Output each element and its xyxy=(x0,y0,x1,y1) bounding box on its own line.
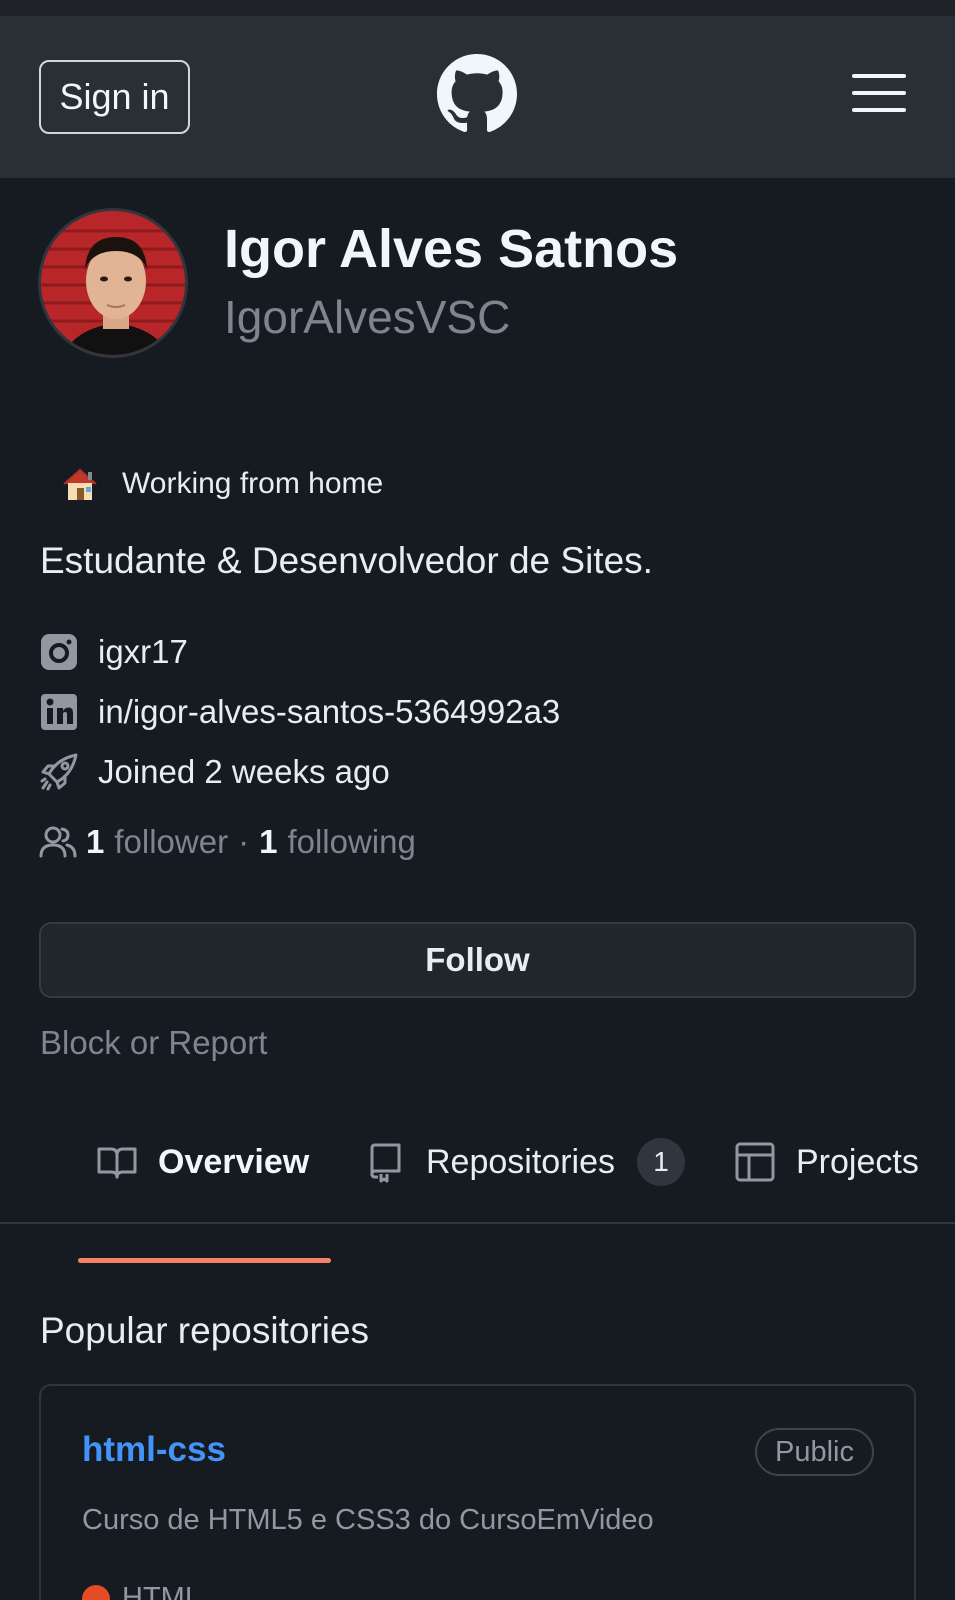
profile-name: Igor Alves Satnos xyxy=(224,219,679,279)
follow-button[interactable]: Follow xyxy=(39,922,916,998)
tab-overview-label: Overview xyxy=(158,1142,310,1181)
menu-hamburger-icon[interactable] xyxy=(852,74,906,114)
repositories-counter: 1 xyxy=(636,1138,685,1186)
instagram-row[interactable]: igxr17 xyxy=(38,630,188,674)
joined-row: Joined 2 weeks ago xyxy=(38,750,390,794)
top-navbar: Sign in xyxy=(0,16,955,178)
following-count[interactable]: 1 xyxy=(259,823,277,861)
linkedin-icon xyxy=(41,694,77,730)
status-strip xyxy=(0,0,955,16)
repo-card: html-css Public Curso de HTML5 e CSS3 do… xyxy=(39,1384,916,1600)
followers-label[interactable]: follower xyxy=(114,823,228,861)
house-emoji-icon xyxy=(63,468,97,500)
avatar-photo xyxy=(41,211,185,355)
table-icon xyxy=(735,1142,775,1182)
language-label: HTML xyxy=(122,1582,201,1600)
follow-stats: 1 follower · 1 following xyxy=(38,820,416,864)
instagram-handle[interactable]: igxr17 xyxy=(98,633,188,671)
linkedin-handle[interactable]: in/igor-alves-santos-5364992a3 xyxy=(98,693,560,731)
profile-bio: Estudante & Desenvolvedor de Sites. xyxy=(40,540,653,581)
user-status[interactable]: Working from home xyxy=(60,464,383,504)
github-logo-icon[interactable] xyxy=(437,54,517,134)
instagram-icon xyxy=(41,634,77,670)
repo-icon xyxy=(370,1143,401,1183)
following-label[interactable]: following xyxy=(287,823,415,861)
status-text: Working from home xyxy=(122,467,384,500)
rocket-icon xyxy=(40,753,78,791)
repo-name-link[interactable]: html-css xyxy=(82,1430,226,1470)
joined-text: Joined 2 weeks ago xyxy=(98,753,390,790)
followers-count[interactable]: 1 xyxy=(86,823,104,861)
profile-page: Sign in Igor Alves Satnos IgorAlvesVSC W… xyxy=(0,0,955,1600)
tab-overview[interactable]: Overview xyxy=(96,1108,309,1216)
tab-repositories[interactable]: Repositories 1 xyxy=(364,1108,685,1216)
linkedin-row[interactable]: in/igor-alves-santos-5364992a3 xyxy=(38,690,560,734)
follow-separator: · xyxy=(238,823,250,860)
repo-language: HTML xyxy=(82,1582,201,1600)
sign-in-button[interactable]: Sign in xyxy=(39,60,190,134)
people-icon xyxy=(39,826,77,858)
tab-repositories-label: Repositories xyxy=(426,1142,615,1181)
popular-repositories-heading: Popular repositories xyxy=(40,1310,370,1351)
active-tab-underline xyxy=(78,1258,331,1263)
book-icon xyxy=(97,1147,137,1179)
visibility-badge: Public xyxy=(755,1428,874,1476)
tab-projects[interactable]: Projects xyxy=(734,1108,919,1216)
profile-tabs: Overview Repositories 1 Projects xyxy=(0,1108,955,1224)
repo-description: Curso de HTML5 e CSS3 do CursoEmVideo xyxy=(82,1504,654,1536)
tab-projects-label: Projects xyxy=(796,1142,919,1181)
language-color-dot xyxy=(82,1584,110,1600)
profile-login: IgorAlvesVSC xyxy=(224,291,511,343)
profile-content: Igor Alves Satnos IgorAlvesVSC Working f… xyxy=(0,178,955,1600)
block-or-report-link[interactable]: Block or Report xyxy=(40,1024,267,1062)
avatar[interactable] xyxy=(38,208,188,358)
